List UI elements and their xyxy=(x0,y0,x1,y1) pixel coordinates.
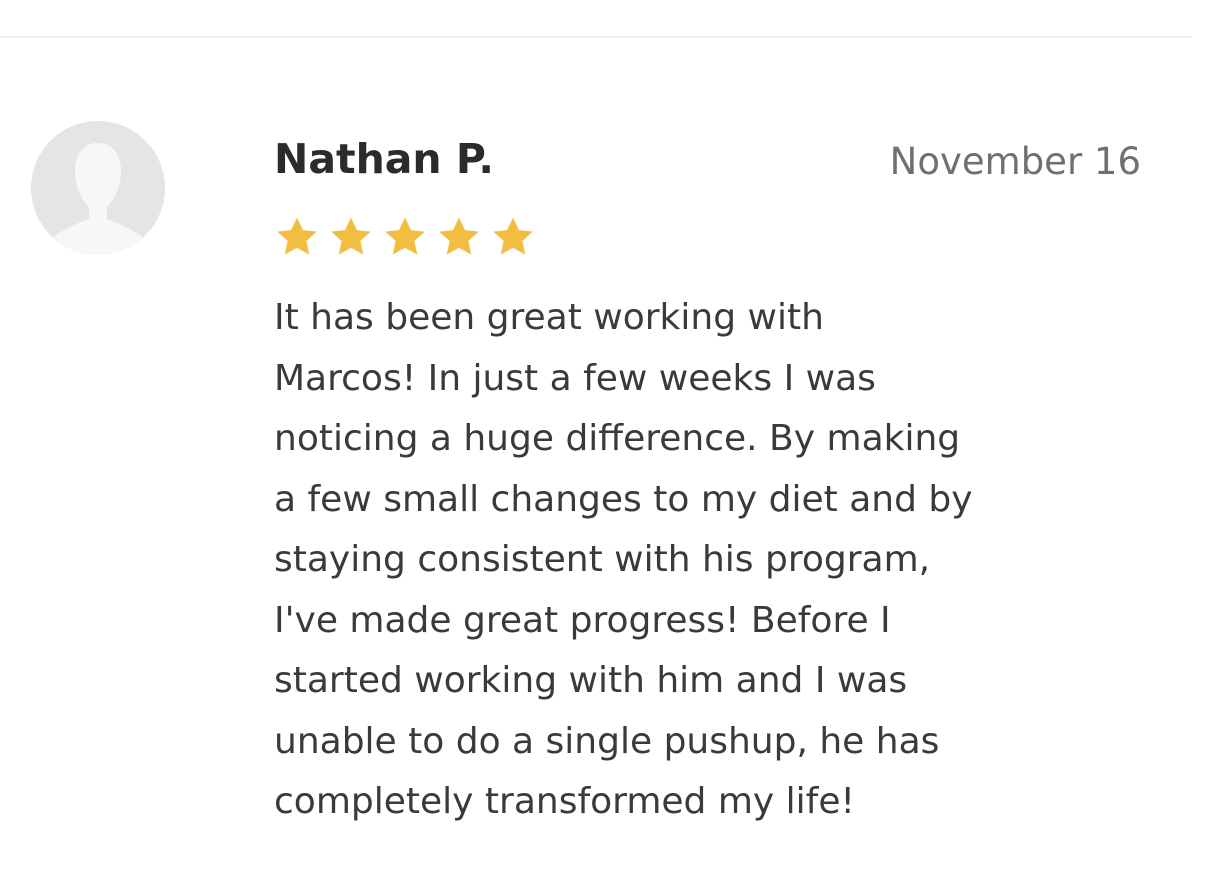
review-text-line: started working with him and I was xyxy=(274,660,908,701)
review-date: November 16 xyxy=(889,140,1141,183)
review-text-line: completely transformed my life! xyxy=(274,781,855,822)
star-icon xyxy=(277,217,317,255)
review-text-line: staying consistent with his program, xyxy=(274,539,931,580)
default-user-silhouette-icon xyxy=(31,121,165,255)
review-text: It has been great working with Marcos! I… xyxy=(274,288,1154,833)
review-text-line: Marcos! In just a few weeks I was xyxy=(274,357,876,399)
review-text-line: I've made great progress! Before I xyxy=(274,599,891,641)
star-icon xyxy=(331,217,371,255)
review-text-line: noticing a huge difference. By making xyxy=(274,418,961,459)
reviewer-name: Nathan P. xyxy=(274,135,494,183)
review-text-line: It has been great working with xyxy=(274,297,824,338)
review-text-line: a few small changes to my diet and by xyxy=(274,478,973,520)
avatar xyxy=(31,121,165,255)
star-icon xyxy=(439,217,479,255)
top-divider xyxy=(0,36,1192,38)
star-icon xyxy=(493,217,533,255)
star-icon xyxy=(385,217,425,255)
star-rating xyxy=(274,214,536,260)
review-text-line: unable to do a single pushup, he has xyxy=(274,720,940,762)
